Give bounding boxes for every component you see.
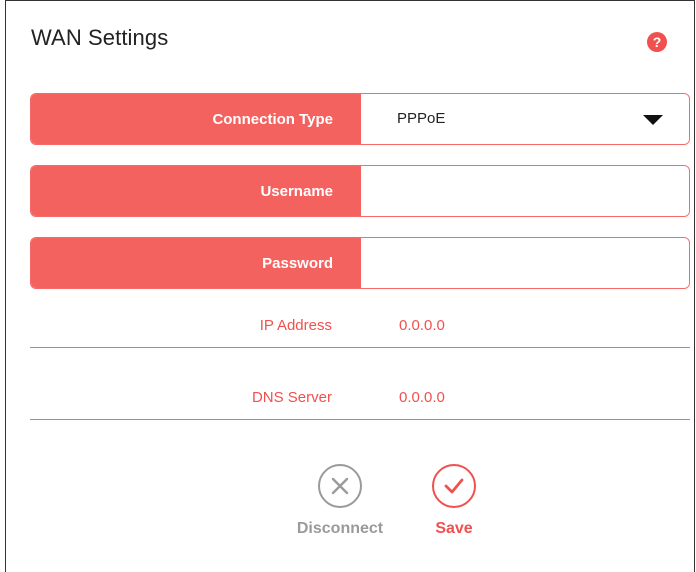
close-circle-icon	[318, 464, 362, 508]
username-input[interactable]	[361, 166, 689, 216]
chevron-down-icon	[643, 115, 663, 125]
connection-type-row: Connection Type PPPoE	[30, 93, 690, 145]
save-button[interactable]: Save	[409, 464, 499, 538]
disconnect-label: Disconnect	[296, 520, 384, 537]
password-label: Password	[31, 238, 361, 288]
disconnect-button[interactable]: Disconnect	[295, 464, 385, 538]
username-row: Username	[30, 165, 690, 217]
ip-address-row: IP Address 0.0.0.0	[30, 317, 690, 341]
connection-type-select[interactable]: PPPoE	[361, 94, 689, 144]
username-label: Username	[31, 166, 361, 216]
save-label: Save	[435, 520, 473, 537]
connection-type-label: Connection Type	[31, 94, 361, 144]
wan-settings-panel: WAN Settings ? Connection Type PPPoE Use…	[5, 0, 695, 572]
connection-type-value: PPPoE	[397, 110, 446, 127]
password-row: Password	[30, 237, 690, 289]
divider	[30, 419, 690, 420]
ip-address-value: 0.0.0.0	[399, 317, 445, 334]
dns-server-value: 0.0.0.0	[399, 389, 445, 406]
check-circle-icon	[432, 464, 476, 508]
dns-server-label: DNS Server	[251, 389, 332, 406]
page-title: WAN Settings	[31, 25, 169, 50]
password-input[interactable]	[361, 238, 689, 288]
divider	[30, 347, 690, 348]
ip-address-label: IP Address	[259, 317, 332, 334]
help-icon[interactable]: ?	[647, 32, 667, 52]
dns-server-row: DNS Server 0.0.0.0	[30, 389, 690, 413]
